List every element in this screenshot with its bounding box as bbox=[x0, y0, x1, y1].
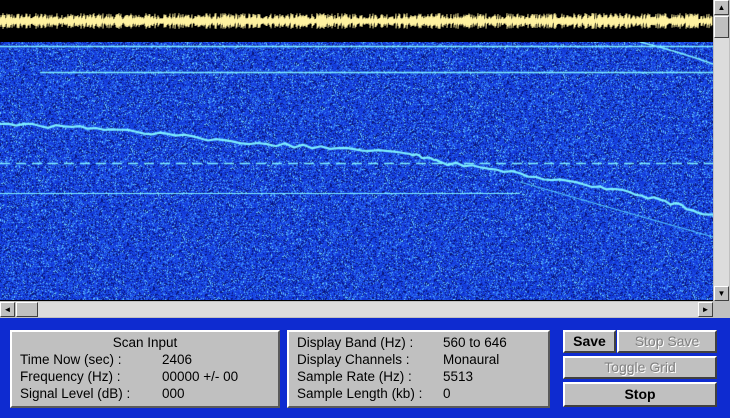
display-band-value: 560 to 646 bbox=[443, 335, 507, 350]
frequency-label: Frequency (Hz) : bbox=[20, 369, 121, 384]
time-now-label: Time Now (sec) : bbox=[20, 352, 122, 367]
display-band-label: Display Band (Hz) : bbox=[297, 335, 414, 350]
scroll-left-arrow-icon[interactable]: ◄ bbox=[0, 302, 15, 317]
toggle-grid-button[interactable]: Toggle Grid bbox=[563, 356, 717, 379]
time-now-value: 2406 bbox=[162, 352, 193, 367]
display-settings-panel: Display Band (Hz) : 560 to 646 Display C… bbox=[287, 330, 550, 408]
horizontal-scroll-track[interactable] bbox=[38, 302, 698, 317]
save-button[interactable]: Save bbox=[563, 330, 616, 353]
signal-level-value: 000 bbox=[162, 386, 185, 401]
stop-save-button[interactable]: Stop Save bbox=[617, 330, 717, 353]
vertical-scroll-thumb[interactable] bbox=[714, 16, 729, 38]
vertical-scroll-track[interactable] bbox=[714, 38, 729, 286]
waveform-trace bbox=[0, 12, 713, 30]
scan-input-panel: Scan Input Time Now (sec) : 2406 Frequen… bbox=[10, 330, 280, 408]
stop-button[interactable]: Stop bbox=[563, 382, 717, 407]
control-area: Scan Input Time Now (sec) : 2406 Frequen… bbox=[0, 318, 730, 418]
scroll-up-arrow-icon[interactable]: ▲ bbox=[714, 0, 729, 15]
display-channels-label: Display Channels : bbox=[297, 352, 410, 367]
display-channels-value: Monaural bbox=[443, 352, 500, 367]
spectrogram-display bbox=[0, 42, 713, 300]
horizontal-scroll-thumb[interactable] bbox=[16, 302, 38, 317]
horizontal-scrollbar[interactable]: ◄ ► bbox=[0, 301, 730, 318]
frequency-value: 00000 +/- 00 bbox=[162, 369, 239, 384]
sample-rate-value: 5513 bbox=[443, 369, 474, 384]
sample-length-value: 0 bbox=[443, 386, 451, 401]
vertical-scrollbar[interactable]: ▲ ▼ bbox=[713, 0, 730, 301]
signal-level-label: Signal Level (dB) : bbox=[20, 386, 131, 401]
waveform-display bbox=[0, 0, 713, 42]
scroll-right-arrow-icon[interactable]: ► bbox=[698, 302, 713, 317]
scroll-down-arrow-icon[interactable]: ▼ bbox=[714, 286, 729, 301]
sample-length-label: Sample Length (kb) : bbox=[297, 386, 423, 401]
sample-rate-label: Sample Rate (Hz) : bbox=[297, 369, 412, 384]
scan-input-title: Scan Input bbox=[112, 335, 178, 350]
